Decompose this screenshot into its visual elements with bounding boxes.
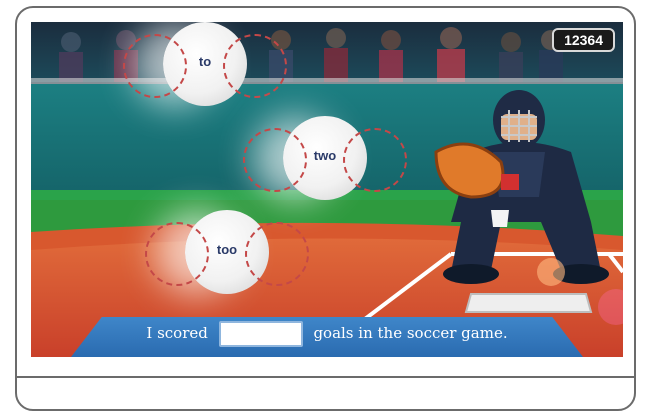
sentence-prompt: I scored goals in the soccer game. xyxy=(31,321,623,347)
baseball-option-to[interactable]: to xyxy=(123,22,287,106)
prompt-text-after: goals in the soccer game. xyxy=(313,324,508,342)
ball-word: too xyxy=(216,242,238,257)
ball-word: to xyxy=(198,54,212,69)
frame-divider xyxy=(15,376,636,378)
baseball-option-too[interactable]: too xyxy=(145,210,309,294)
game-scene: 12364 to two too I scored goals in the s… xyxy=(31,22,623,357)
answer-blank[interactable] xyxy=(218,321,303,347)
prompt-text-before: I scored xyxy=(146,324,208,342)
baseball-option-two[interactable]: two xyxy=(243,116,407,200)
score-display: 12364 xyxy=(552,28,615,52)
ball-word: two xyxy=(313,148,337,163)
